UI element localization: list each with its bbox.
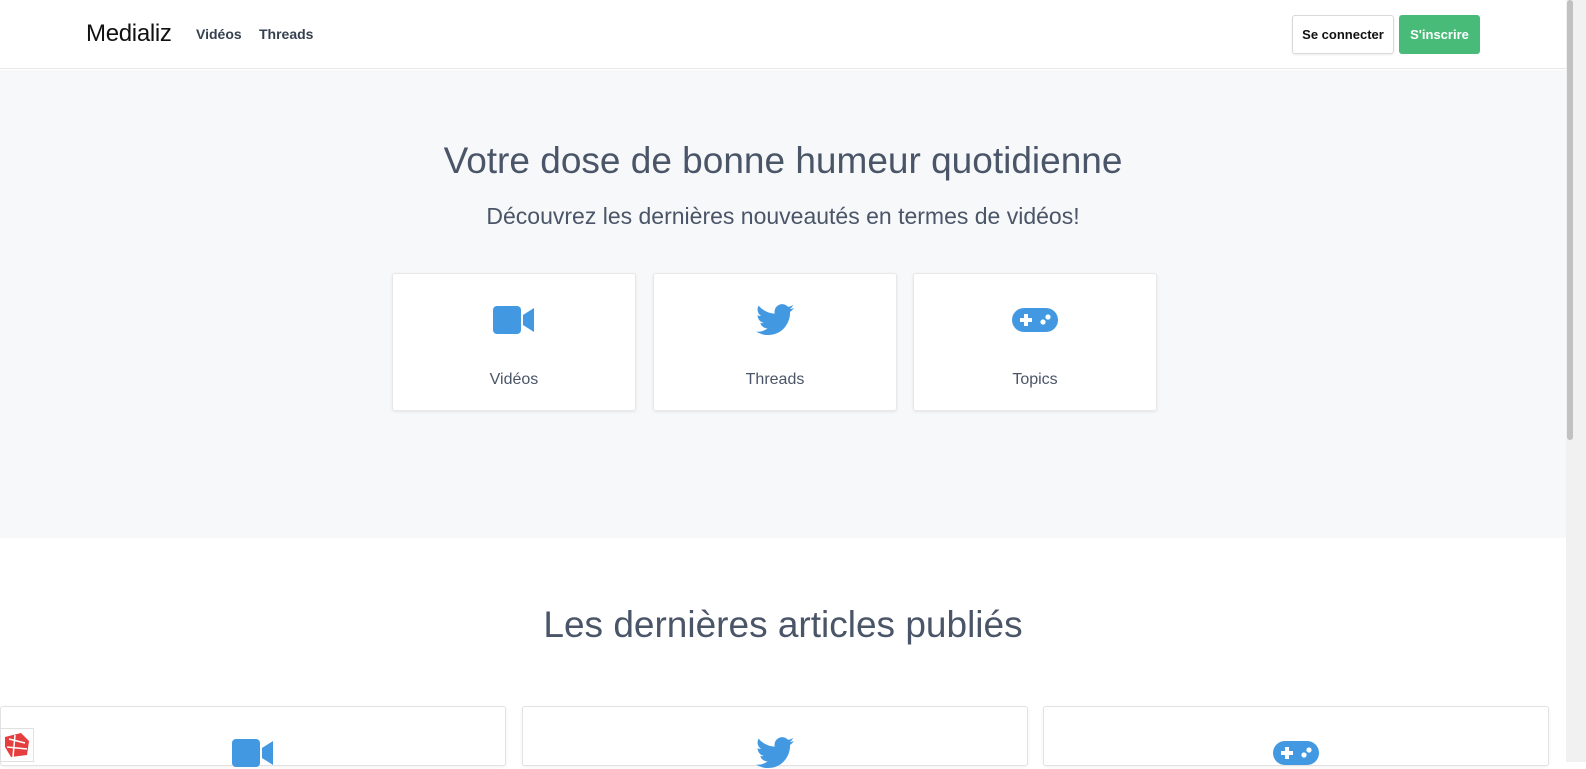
login-button[interactable]: Se connecter (1292, 15, 1394, 54)
feature-card-label: Vidéos (489, 371, 539, 388)
twitter-bird-icon (523, 737, 1027, 769)
scrollbar-thumb[interactable] (1567, 0, 1573, 440)
article-card[interactable] (522, 706, 1028, 769)
hero-title: Votre dose de bonne humeur quotidienne (443, 140, 1123, 181)
gamepad-icon (914, 304, 1156, 336)
hero-subtitle: Découvrez les dernières nouveautés en te… (486, 203, 1080, 229)
article-card[interactable] (0, 706, 506, 769)
twitter-bird-icon (654, 304, 896, 336)
feature-card-threads[interactable]: Threads (653, 273, 897, 411)
feature-card-label: Topics (1012, 371, 1058, 388)
articles-section-title: Les dernières articles publiés (543, 604, 1023, 645)
debug-toolbar-icon[interactable] (0, 728, 34, 762)
top-navbar: Medializ Vidéos Threads Se connecter S'i… (0, 0, 1566, 69)
signup-button[interactable]: S'inscrire (1399, 15, 1480, 54)
brand-logo[interactable]: Medializ (86, 20, 172, 48)
gamepad-icon (1044, 737, 1548, 769)
nav-link-videos[interactable]: Vidéos (196, 26, 242, 42)
video-camera-icon (1, 737, 505, 769)
feature-card-videos[interactable]: Vidéos (392, 273, 636, 411)
feature-card-topics[interactable]: Topics (913, 273, 1157, 411)
article-card[interactable] (1043, 706, 1549, 766)
hero-section: Votre dose de bonne humeur quotidienne D… (0, 70, 1566, 538)
video-camera-icon (393, 304, 635, 336)
nav-link-threads[interactable]: Threads (259, 26, 313, 42)
feature-card-label: Threads (745, 371, 805, 388)
